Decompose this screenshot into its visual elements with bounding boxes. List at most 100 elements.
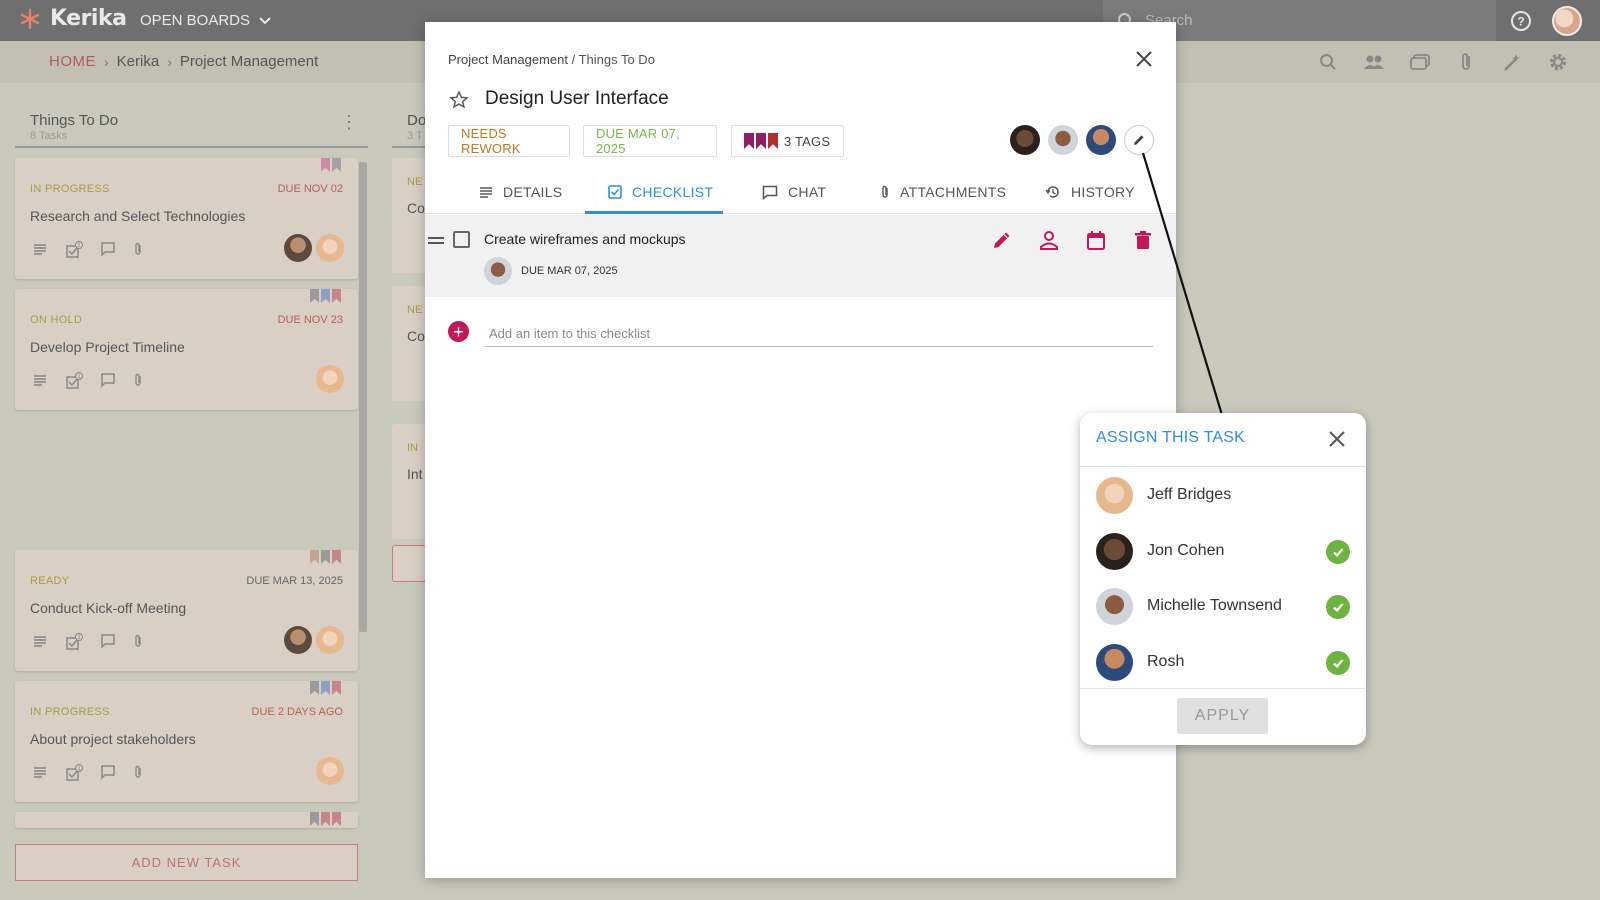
task-path: Project Management / Things To Do: [448, 52, 655, 67]
status-chip[interactable]: NEEDS REWORK: [448, 125, 570, 157]
avatar[interactable]: [1086, 125, 1116, 155]
checklist-item-actions: [991, 229, 1154, 251]
chat-icon: [101, 765, 115, 780]
tab-checklist[interactable]: CHECKLIST: [608, 170, 713, 214]
task-card[interactable]: IN PROGRESS DUE NOV 02 Research and Sele…: [15, 158, 358, 279]
task-card[interactable]: IN Int: [392, 424, 426, 539]
breadcrumb-org[interactable]: Kerika: [117, 53, 160, 70]
tab-details[interactable]: DETAILS: [479, 170, 562, 214]
column-menu-icon[interactable]: ⋮: [340, 112, 358, 133]
card-status: IN PROGRESS: [30, 706, 110, 718]
tab-chat[interactable]: CHAT: [762, 170, 826, 214]
checklist-icon: 1: [66, 372, 83, 389]
assignee-option-jeff-bridges[interactable]: Jeff Bridges: [1096, 475, 1350, 515]
avatar[interactable]: [1048, 125, 1078, 155]
card-title: Research and Select Technologies: [30, 208, 246, 224]
details-icon: [480, 187, 492, 198]
path-column[interactable]: Things To Do: [579, 52, 655, 67]
drag-handle-icon[interactable]: [428, 237, 444, 247]
column-task-count: 3 T: [407, 130, 423, 142]
open-boards-menu[interactable]: OPEN BOARDS: [140, 12, 272, 29]
pencil-icon: [1134, 135, 1144, 145]
attachment-icon[interactable]: [1454, 51, 1478, 73]
tab-label: HISTORY: [1071, 184, 1135, 200]
task-card[interactable]: ON HOLD DUE NOV 23 Develop Project Timel…: [15, 289, 358, 410]
path-board[interactable]: Project Management: [448, 52, 568, 67]
task-card[interactable]: IN PROGRESS DUE 2 DAYS AGO About project…: [15, 681, 358, 802]
chat-icon: [101, 373, 115, 388]
history-icon: [1045, 186, 1059, 198]
breadcrumb-board: Project Management: [179, 53, 319, 70]
column-divider: [392, 146, 426, 148]
star-icon[interactable]: [449, 90, 469, 110]
tab-label: ATTACHMENTS: [900, 184, 1007, 200]
tags-label: 3 TAGS: [784, 133, 831, 149]
help-icon[interactable]: ?: [1510, 10, 1532, 32]
assignee-option-michelle-townsend[interactable]: Michelle Townsend: [1096, 586, 1350, 626]
attachment-icon: [135, 634, 141, 647]
details-icon: [34, 636, 46, 647]
checklist-item-text[interactable]: Create wireframes and mockups: [484, 231, 686, 247]
apply-button[interactable]: APPLY: [1177, 698, 1268, 734]
edit-pencil-icon[interactable]: [991, 229, 1013, 251]
add-checklist-item-input[interactable]: [485, 321, 1153, 347]
delete-trash-icon[interactable]: [1132, 229, 1154, 251]
assignee-name: Michelle Townsend: [1147, 597, 1282, 614]
task-title[interactable]: Design User Interface: [485, 88, 669, 110]
assignee-name: Jeff Bridges: [1147, 486, 1232, 503]
settings-gear-icon[interactable]: [1546, 51, 1570, 73]
magic-wand-icon[interactable]: [1500, 51, 1524, 73]
task-card[interactable]: NE Co: [392, 286, 426, 401]
close-icon[interactable]: [1328, 430, 1346, 448]
edit-assignees-button[interactable]: [1124, 125, 1154, 155]
checklist-icon: 1: [66, 241, 83, 258]
kerika-logo[interactable]: Kerika: [18, 6, 127, 31]
task-card[interactable]: NE Co: [392, 158, 426, 273]
card-due: DUE NOV 02: [277, 183, 343, 195]
tags-chip[interactable]: 3 TAGS: [731, 125, 844, 157]
card-status: READY: [30, 575, 70, 587]
tag-flags: [310, 812, 341, 826]
checklist-checkbox[interactable]: [453, 231, 470, 248]
card-title: Co: [407, 200, 425, 216]
board-toolbar: [1316, 51, 1570, 73]
assign-person-icon[interactable]: [1038, 229, 1060, 251]
add-task-button-partial[interactable]: [392, 545, 426, 582]
selected-check-icon[interactable]: [1326, 595, 1350, 619]
add-checklist-item-button[interactable]: +: [448, 321, 469, 342]
column-scrollbar[interactable]: [359, 162, 367, 632]
avatar: [284, 626, 312, 654]
team-icon[interactable]: [1362, 51, 1386, 73]
card-assignees: [284, 626, 344, 654]
task-detail-modal: Project Management / Things To Do Design…: [425, 22, 1176, 878]
user-avatar[interactable]: [1552, 6, 1582, 36]
close-icon[interactable]: [1134, 49, 1154, 69]
checklist-item[interactable]: Create wireframes and mockups DUE MAR 07…: [425, 215, 1176, 297]
avatar: [316, 234, 344, 262]
task-card[interactable]: [15, 812, 358, 828]
avatar[interactable]: [1010, 125, 1040, 155]
attachment-icon: [882, 185, 888, 198]
assignee-option-rosh[interactable]: Rosh: [1096, 642, 1350, 682]
tab-attachments[interactable]: ATTACHMENTS: [880, 170, 1006, 214]
avatar: [1096, 643, 1133, 681]
assignee-option-jon-cohen[interactable]: Jon Cohen: [1096, 531, 1350, 571]
card-title: Develop Project Timeline: [30, 339, 185, 355]
tab-history[interactable]: HISTORY: [1045, 170, 1135, 214]
due-date-chip[interactable]: DUE MAR 07, 2025: [583, 125, 717, 157]
chevron-right-icon: ›: [167, 53, 172, 70]
add-new-task-button[interactable]: ADD NEW TASK: [15, 844, 358, 881]
details-icon: [34, 375, 46, 386]
task-tabs: DETAILS CHECKLIST CHAT ATTACHMENTS HISTO…: [425, 170, 1176, 214]
assign-task-popup: ASSIGN THIS TASK Jeff Bridges Jon Cohen …: [1080, 413, 1366, 745]
selected-check-icon[interactable]: [1326, 540, 1350, 564]
selected-check-icon[interactable]: [1326, 651, 1350, 675]
breadcrumb-home[interactable]: HOME: [49, 53, 96, 70]
task-card[interactable]: READY DUE MAR 13, 2025 Conduct Kick-off …: [15, 550, 358, 671]
cards-icon[interactable]: [1408, 51, 1432, 73]
column-task-count: 8 Tasks: [30, 130, 68, 142]
board-search-icon[interactable]: [1316, 51, 1340, 73]
calendar-icon[interactable]: [1085, 229, 1107, 251]
card-assignees: [316, 365, 344, 393]
card-icons: 1: [32, 372, 143, 390]
